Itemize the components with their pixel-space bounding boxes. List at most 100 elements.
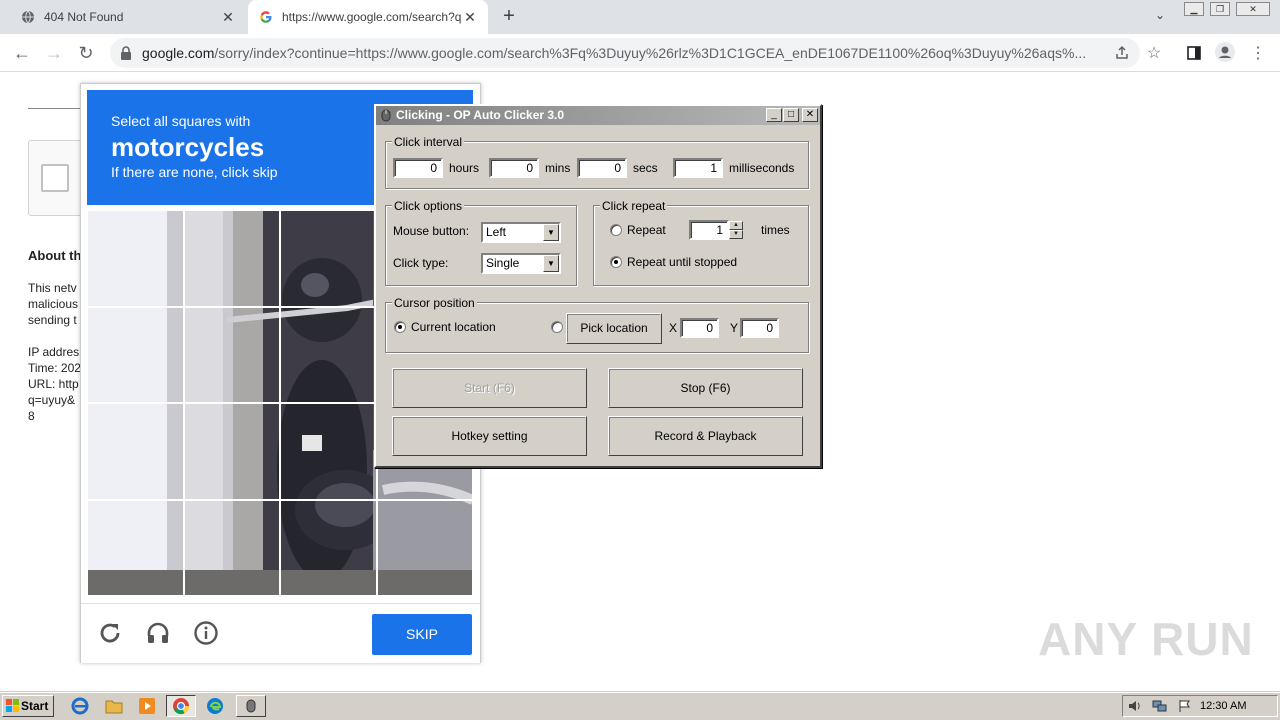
- forward-icon[interactable]: →: [42, 42, 66, 64]
- autoclicker-taskbar-icon[interactable]: [236, 695, 266, 717]
- body-line: URL: http: [28, 377, 79, 391]
- lock-icon: [120, 46, 134, 60]
- body-line: This netv: [28, 281, 77, 295]
- close-window-button[interactable]: ✕: [1236, 2, 1270, 16]
- recaptcha-checkbox[interactable]: [41, 164, 69, 192]
- repeat-count-input[interactable]: 1: [689, 220, 729, 240]
- dropdown-arrow-icon[interactable]: ▼: [543, 255, 559, 272]
- hotkey-setting-button[interactable]: Hotkey setting: [392, 416, 587, 456]
- spin-up-icon[interactable]: ▲: [729, 221, 743, 230]
- minimize-button[interactable]: _: [766, 108, 782, 122]
- divider: [28, 108, 88, 109]
- milliseconds-input[interactable]: 1: [673, 158, 723, 178]
- current-location-radio[interactable]: [394, 321, 406, 333]
- tab-google-search[interactable]: https://www.google.com/search?q= ✕: [248, 0, 488, 34]
- start-button[interactable]: Start: [2, 695, 54, 717]
- body-line: q=uyuy&: [28, 393, 76, 407]
- captcha-tile[interactable]: [87, 210, 185, 308]
- pick-location-radio[interactable]: [551, 321, 563, 333]
- maximize-button[interactable]: □: [783, 108, 799, 122]
- side-panel-icon[interactable]: [1184, 43, 1204, 63]
- start-button[interactable]: Start (F6): [392, 368, 587, 408]
- autoclicker-title: Clicking - OP Auto Clicker 3.0: [376, 106, 820, 125]
- captcha-tile[interactable]: [279, 210, 378, 308]
- group-label: Click repeat: [600, 199, 668, 213]
- tab-404[interactable]: 404 Not Found ✕: [10, 0, 246, 34]
- network-icon[interactable]: [1151, 696, 1169, 716]
- close-icon[interactable]: ✕: [220, 9, 236, 25]
- group-label: Click options: [392, 199, 465, 213]
- body-line: Time: 202: [28, 361, 81, 375]
- mins-input[interactable]: 0: [489, 158, 539, 178]
- x-label: X: [669, 321, 678, 335]
- clock: 12:30 AM: [1200, 700, 1247, 712]
- restore-window-button[interactable]: ❐: [1210, 2, 1230, 16]
- mouse-button-label: Mouse button:: [393, 224, 470, 238]
- captcha-tile[interactable]: [182, 305, 281, 404]
- body-line: malicious: [28, 297, 79, 311]
- captcha-tile[interactable]: [279, 498, 378, 596]
- mouse-button-select[interactable]: Left ▼: [481, 222, 561, 243]
- google-g-icon: [258, 9, 274, 25]
- close-icon[interactable]: ✕: [462, 9, 478, 25]
- mins-label: mins: [545, 161, 571, 175]
- captcha-tile[interactable]: [182, 402, 281, 501]
- group-label: Cursor position: [392, 296, 477, 310]
- anyrun-watermark: ANY RUN: [1038, 613, 1254, 665]
- captcha-tile[interactable]: [182, 210, 281, 308]
- windows-logo-icon: [6, 699, 20, 719]
- repeat-until-stopped-radio[interactable]: [610, 256, 622, 268]
- times-label: times: [761, 223, 790, 237]
- file-explorer-icon[interactable]: [102, 696, 126, 716]
- secs-input[interactable]: 0: [577, 158, 627, 178]
- captcha-tile[interactable]: [87, 305, 185, 404]
- edge-icon[interactable]: [203, 696, 227, 716]
- address-bar[interactable]: google.com/sorry/index?continue=https://…: [110, 38, 1140, 68]
- selected-value: Left: [486, 225, 507, 239]
- captcha-tile[interactable]: [87, 402, 185, 501]
- volume-icon[interactable]: [1126, 696, 1144, 716]
- pick-location-button[interactable]: Pick location: [566, 313, 662, 344]
- captcha-tile[interactable]: [375, 498, 473, 596]
- y-coordinate-input[interactable]: 0: [740, 318, 779, 338]
- url-path: /sorry/index?continue=https://www.google…: [214, 45, 1087, 61]
- media-player-icon[interactable]: [135, 696, 159, 716]
- captcha-tile[interactable]: [182, 498, 281, 596]
- back-icon[interactable]: ←: [10, 42, 34, 64]
- menu-dots-icon[interactable]: ⋮: [1248, 43, 1268, 63]
- body-line: sending t: [28, 313, 77, 327]
- dropdown-arrow-icon[interactable]: ▼: [543, 224, 559, 241]
- bookmark-star-icon[interactable]: ☆: [1144, 43, 1164, 63]
- spin-down-icon[interactable]: ▼: [729, 230, 743, 239]
- repeat-label: Repeat: [627, 223, 666, 237]
- body-line: IP addres: [28, 345, 80, 359]
- reload-challenge-icon[interactable]: [97, 620, 123, 646]
- captcha-tile[interactable]: [279, 402, 378, 501]
- captcha-tile[interactable]: [279, 305, 378, 404]
- skip-button[interactable]: SKIP: [372, 614, 472, 655]
- minimize-window-button[interactable]: ▁: [1184, 2, 1204, 16]
- internet-explorer-icon[interactable]: [68, 696, 92, 716]
- captcha-tile[interactable]: [87, 498, 185, 596]
- profile-icon[interactable]: [1215, 42, 1235, 62]
- current-location-label: Current location: [411, 320, 496, 334]
- click-type-select[interactable]: Single ▼: [481, 253, 561, 274]
- repeat-count-spinner[interactable]: ▲ ▼: [729, 221, 743, 239]
- close-button[interactable]: ✕: [802, 108, 818, 122]
- audio-challenge-icon[interactable]: [145, 620, 171, 646]
- tab-label: 404 Not Found: [44, 10, 124, 24]
- hours-label: hours: [449, 161, 480, 175]
- reload-icon[interactable]: ↻: [74, 42, 98, 64]
- record-playback-button[interactable]: Record & Playback: [608, 416, 803, 456]
- share-icon[interactable]: [1112, 43, 1132, 63]
- stop-button[interactable]: Stop (F6): [608, 368, 803, 408]
- hours-input[interactable]: 0: [393, 158, 443, 178]
- tab-search-icon[interactable]: ⌄: [1150, 8, 1170, 26]
- repeat-radio[interactable]: [610, 224, 622, 236]
- chrome-taskbar-icon[interactable]: [166, 695, 196, 717]
- info-icon[interactable]: [193, 620, 219, 646]
- x-coordinate-input[interactable]: 0: [680, 318, 719, 338]
- body-line: 8: [28, 409, 35, 423]
- new-tab-button[interactable]: +: [498, 6, 520, 28]
- flag-icon[interactable]: [1176, 696, 1194, 716]
